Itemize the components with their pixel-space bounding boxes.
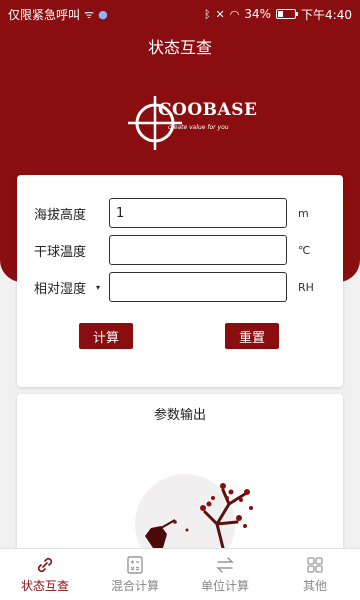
humidity-label: 相对湿度 — [34, 281, 87, 297]
humidity-input[interactable] — [109, 272, 287, 302]
input-card: 海拔高度 m 干球温度 ℃ 相对湿度 ▾ RH 计算 重置 — [17, 175, 343, 387]
clock: 下午4:40 — [301, 7, 352, 22]
tab-label: 其他 — [302, 579, 327, 593]
wifi-call-icon: ᯤ — [84, 7, 95, 21]
tab-label: 状态互查 — [20, 579, 69, 593]
chevron-down-icon[interactable]: ▾ — [96, 283, 100, 292]
humidity-row: 相对湿度 ▾ RH — [17, 271, 343, 303]
altitude-input[interactable] — [109, 198, 287, 228]
page-title: 状态互查 — [147, 38, 212, 57]
tab-status-check[interactable]: 状态互查 — [0, 549, 90, 600]
tab-label: 混合计算 — [110, 579, 159, 593]
reset-button[interactable]: 重置 — [225, 323, 279, 349]
swap-arrows-icon — [216, 557, 234, 573]
humidity-unit: RH — [298, 280, 314, 294]
logo-tagline: create value for you — [168, 124, 229, 131]
status-bar: 仅限紧急呼叫 ᯤ ● ᛒ ✕ ◠ 34% 下午4:40 — [0, 0, 360, 28]
tab-label: 单位计算 — [200, 579, 249, 593]
coobase-logo: COOBASE create value for you — [122, 90, 257, 160]
calculator-icon — [127, 556, 143, 574]
tab-unit-calc[interactable]: 单位计算 — [180, 549, 270, 600]
wifi-icon: ◠ — [229, 7, 240, 21]
dry-bulb-input[interactable] — [109, 235, 287, 265]
humidity-selector[interactable]: 相对湿度 ▾ — [34, 278, 100, 297]
dry-bulb-row: 干球温度 ℃ — [17, 234, 343, 266]
bottom-tab-bar: 状态互查 混合计算 单位计算 其他 — [0, 548, 360, 600]
dry-bulb-label: 干球温度 — [34, 244, 87, 260]
mute-icon: ✕ — [215, 7, 225, 21]
dry-bulb-unit: ℃ — [298, 243, 311, 257]
altitude-unit: m — [298, 206, 309, 220]
battery-percent: 34% — [244, 7, 272, 21]
output-card: 参数输出 — [17, 394, 343, 554]
link-icon — [37, 557, 53, 573]
samurai-tree-illustration — [121, 474, 253, 554]
battery-icon — [276, 9, 299, 19]
output-title: 参数输出 — [153, 408, 206, 423]
carrier-text: 仅限紧急呼叫 — [8, 7, 81, 22]
altitude-label: 海拔高度 — [34, 207, 87, 223]
grid-icon — [307, 557, 323, 573]
bluetooth-icon: ᛒ — [203, 7, 211, 21]
calculate-button[interactable]: 计算 — [79, 323, 133, 349]
altitude-row: 海拔高度 m — [17, 197, 343, 229]
logo-brand: COOBASE — [158, 100, 258, 120]
tab-other[interactable]: 其他 — [270, 549, 360, 600]
tab-mix-calc[interactable]: 混合计算 — [90, 549, 180, 600]
app-notification-icon: ● — [98, 7, 108, 21]
